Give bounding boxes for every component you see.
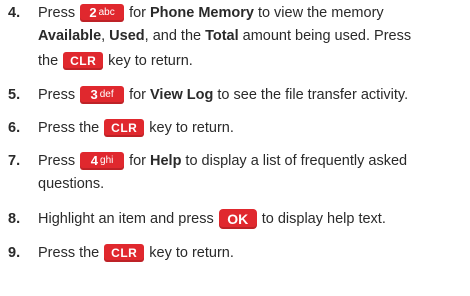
step-number: 7. [8,153,21,169]
step-text: Available, Used, and the Total amount be… [38,28,412,44]
ok-key-icon: OK [218,209,257,229]
step-text: Press 3 def for View Log to see the file … [38,86,409,104]
clr-key-icon: CLR [63,52,104,70]
instruction-list: 4. Press 2 abc for Phone Memory to view t… [0,0,470,296]
step-text: Press 4 ghi for Help to display a list of… [38,152,408,170]
step-number: 5. [8,87,21,103]
step-number: 4. [8,5,21,21]
step-number: 6. [8,120,21,136]
step-text: Press the CLR key to return. [38,119,234,137]
step-text: Press the CLR key to return. [38,244,234,262]
step-text: questions. [38,176,105,192]
step-text: Highlight an item and press OK to displa… [38,209,386,229]
clr-key-icon: CLR [104,119,145,137]
key-2-abc-icon: 2 abc [80,4,125,22]
step-number: 8. [8,211,21,227]
step-text: Press 2 abc for Phone Memory to view the … [38,4,384,22]
key-4-ghi-icon: 4 ghi [80,152,125,170]
step-number: 9. [8,245,21,261]
step-text: the CLR key to return. [38,52,193,70]
clr-key-icon: CLR [104,244,145,262]
key-3-def-icon: 3 def [80,86,125,104]
